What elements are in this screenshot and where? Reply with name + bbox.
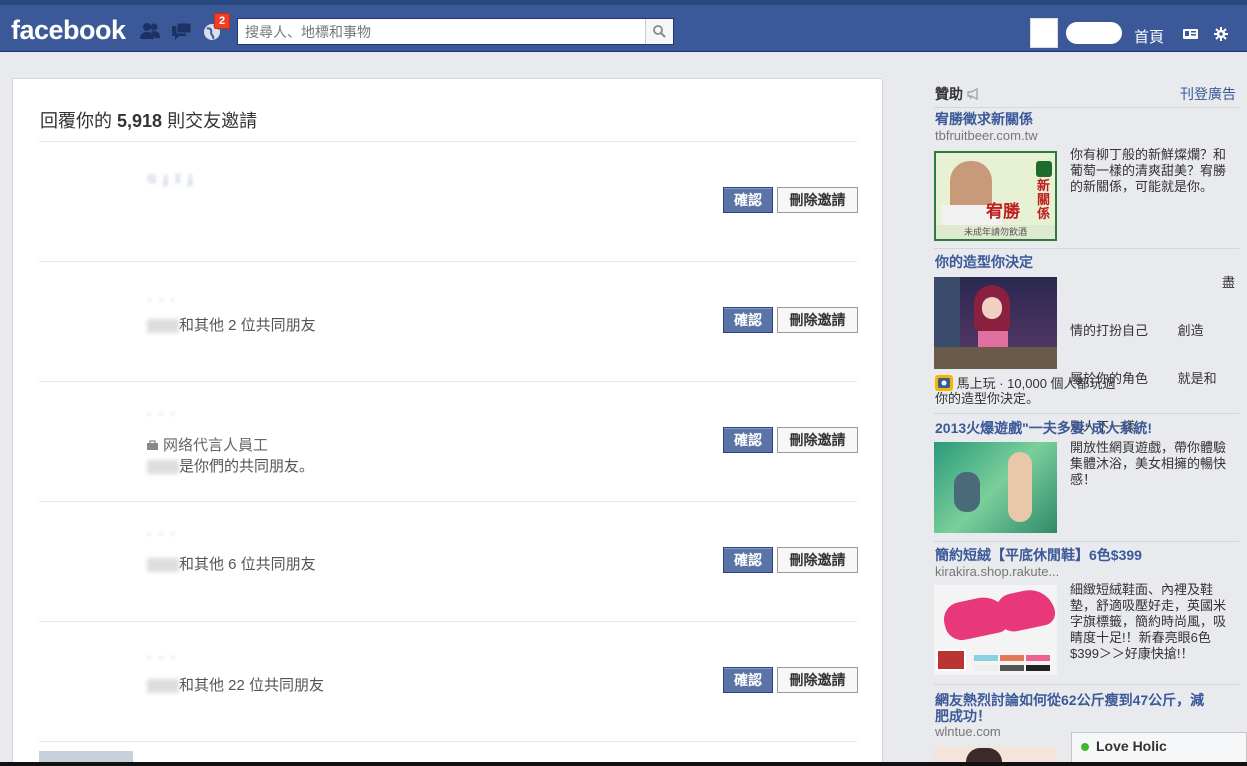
redacted-name xyxy=(147,319,179,334)
confirm-button[interactable]: 確認 xyxy=(723,307,773,333)
friend-requests-panel: 回覆你的 5,918 則交友邀請 ɢ ɟ ɪ ɟ 確認 刪除邀請 · · · 和… xyxy=(12,78,883,766)
confirm-button[interactable]: 確認 xyxy=(723,667,773,693)
redacted-name xyxy=(147,679,179,694)
chat-tab[interactable]: Love Holic xyxy=(1071,732,1247,766)
messages-icon[interactable] xyxy=(171,21,193,41)
top-bar: facebook 2 首頁 xyxy=(0,0,1247,52)
profile-avatar[interactable] xyxy=(1030,18,1058,48)
search-icon xyxy=(653,25,666,38)
game-app-icon xyxy=(935,375,953,391)
ad-title[interactable]: 簡約短絨【平底休閒鞋】6色$399 xyxy=(935,547,1240,563)
ad-image[interactable] xyxy=(934,746,1057,762)
delete-request-button[interactable]: 刪除邀請 xyxy=(777,187,858,213)
ad-url[interactable]: tbfruitbeer.com.tw xyxy=(935,128,1038,143)
briefcase-icon xyxy=(147,440,158,450)
requester-name-redacted[interactable]: ɢ ɟ ɪ ɟ xyxy=(147,170,194,188)
home-link[interactable]: 首頁 xyxy=(1134,26,1164,47)
divider xyxy=(934,413,1239,414)
mutual-friends[interactable]: 和其他 2 位共同朋友 xyxy=(147,314,316,335)
friend-request-row: ɢ ɟ ɪ ɟ 確認 刪除邀請 xyxy=(39,142,858,262)
delete-request-button[interactable]: 刪除邀請 xyxy=(777,427,858,453)
delete-request-button[interactable]: 刪除邀請 xyxy=(777,667,858,693)
ad-title[interactable]: 你的造型你決定 xyxy=(935,254,1033,270)
ad-body: 你有柳丁般的新鮮燦爛？和葡萄一樣的清爽甜美？宥勝的新關係，可能就是你。 xyxy=(1070,147,1227,194)
notifications-badge: 2 xyxy=(214,13,231,29)
facebook-logo[interactable]: facebook xyxy=(11,15,126,46)
friend-request-row: · · · 和其他 22 位共同朋友 確認 刪除邀請 xyxy=(39,622,858,742)
requester-name-redacted[interactable]: · · · xyxy=(147,292,177,310)
taskbar-edge xyxy=(0,762,1247,766)
confirm-button[interactable]: 確認 xyxy=(723,547,773,573)
ad-url[interactable]: kirakira.shop.rakute... xyxy=(935,564,1059,579)
requester-name-redacted[interactable]: · · · xyxy=(147,526,177,544)
requester-name-redacted[interactable]: · · · xyxy=(147,406,177,424)
search-input[interactable] xyxy=(238,19,638,44)
ad-title[interactable]: 宥勝徵求新關係 xyxy=(935,111,1033,127)
ad-image[interactable]: 宥勝 新關係 未成年請勿飲酒 xyxy=(934,151,1057,241)
sponsored-heading: 贊助 xyxy=(935,84,981,104)
page-title: 回覆你的 5,918 則交友邀請 xyxy=(40,111,258,131)
privacy-shortcuts-icon[interactable] xyxy=(1183,27,1199,43)
redacted-name xyxy=(147,460,179,475)
divider xyxy=(934,541,1239,542)
ad-social-context: 馬上玩 · 10,000 個人都玩過 xyxy=(935,375,1116,392)
ad-image[interactable] xyxy=(934,585,1057,675)
request-count: 5,918 xyxy=(117,111,163,131)
ad-image[interactable] xyxy=(934,277,1057,369)
create-ad-link[interactable]: 刊登廣告 xyxy=(1180,84,1236,104)
confirm-button[interactable]: 確認 xyxy=(723,427,773,453)
delete-request-button[interactable]: 刪除邀請 xyxy=(777,547,858,573)
ad-body: 盡 xyxy=(1221,275,1235,290)
friend-request-row: · · · 和其他 6 位共同朋友 確認 刪除邀請 xyxy=(39,502,858,622)
megaphone-icon xyxy=(967,88,978,100)
chat-contact-name: Love Holic xyxy=(1096,738,1167,754)
ad-body: 細緻短絨鞋面、內裡及鞋墊，舒適吸壓好走，英國米字旗標籤，簡約時尚風，吸睛度十足!… xyxy=(1070,582,1227,661)
profile-name-redacted[interactable] xyxy=(1066,22,1122,44)
redacted-name xyxy=(147,558,179,573)
ad-url[interactable]: wlntue.com xyxy=(935,724,1001,739)
divider xyxy=(934,684,1239,685)
online-status-icon xyxy=(1081,743,1089,751)
confirm-button[interactable]: 確認 xyxy=(723,187,773,213)
ad-body: 開放性網頁遊戲，帶你體驗集體沐浴，美女相擁的暢快感！ xyxy=(1070,440,1227,487)
ad-social-context: 你的造型你決定。 xyxy=(935,391,1040,406)
mutual-friends[interactable]: 和其他 22 位共同朋友 xyxy=(147,674,324,695)
requester-name-redacted[interactable]: · · · xyxy=(147,650,177,668)
work-info: 网络代言人員工 xyxy=(147,434,268,455)
search-button[interactable] xyxy=(645,19,673,44)
search-bar xyxy=(237,18,674,45)
friend-request-row: · · · 和其他 2 位共同朋友 確認 刪除邀請 xyxy=(39,262,858,382)
mutual-friends[interactable]: 和其他 6 位共同朋友 xyxy=(147,553,316,574)
ad-title[interactable]: 網友熱烈討論如何從62公斤瘦到47公斤，減肥成功！ xyxy=(935,692,1205,724)
delete-request-button[interactable]: 刪除邀請 xyxy=(777,307,858,333)
divider xyxy=(934,107,1239,108)
divider xyxy=(934,248,1239,249)
ad-image[interactable] xyxy=(934,442,1057,533)
friend-request-row: · · · 网络代言人員工 是你們的共同朋友。 確認 刪除邀請 xyxy=(39,382,858,502)
mutual-friends[interactable]: 是你們的共同朋友。 xyxy=(147,455,314,476)
ad-title[interactable]: 2013火爆遊戲"一夫多妻"成人系統! xyxy=(935,420,1240,436)
friend-requests-icon[interactable] xyxy=(139,21,161,41)
settings-gear-icon[interactable] xyxy=(1214,27,1228,44)
